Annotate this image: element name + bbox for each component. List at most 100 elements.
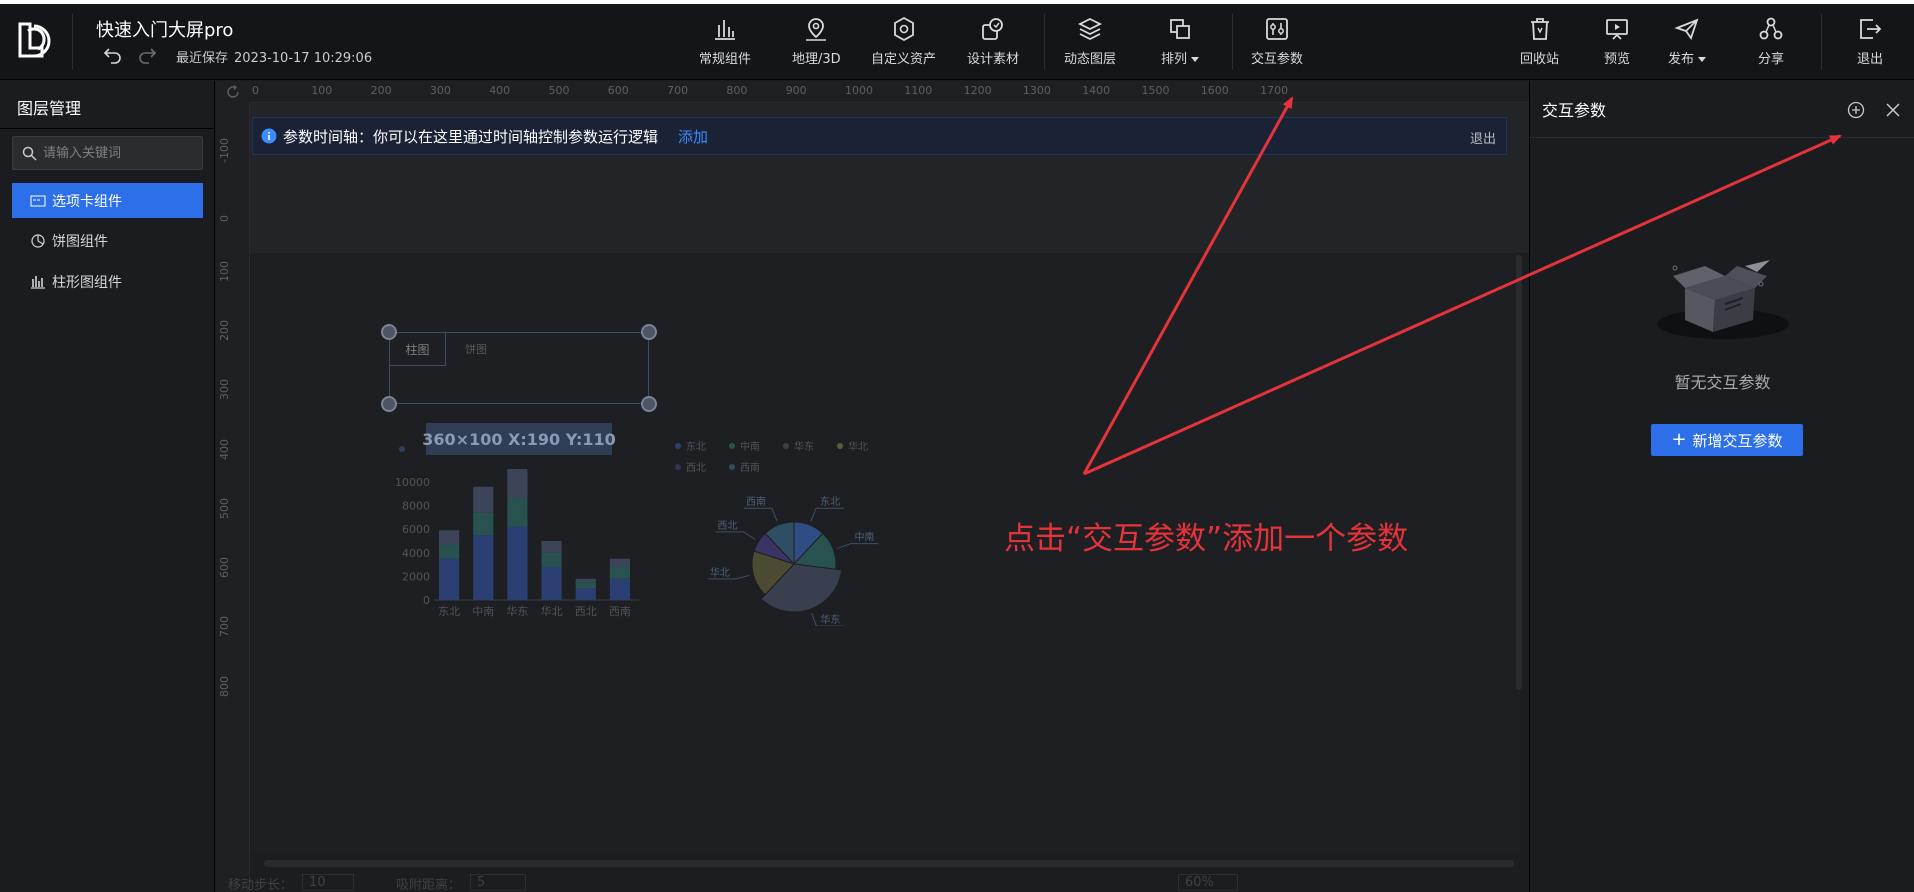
tool-arrange[interactable]: 排列	[1161, 16, 1200, 72]
tool-common-components[interactable]: 常规组件	[699, 16, 751, 72]
ruler-v-label: 100	[218, 260, 231, 282]
legend-label: 西北	[686, 462, 706, 474]
pie-icon	[31, 233, 45, 248]
vertical-scrollbar[interactable]	[1516, 255, 1522, 690]
bar-chart-icon	[715, 20, 735, 40]
tool-label: 设计素材	[967, 52, 1020, 67]
ruler-h-label: 1400	[1082, 84, 1111, 97]
legend-label: 西南	[740, 461, 760, 474]
step-input[interactable]: 10	[302, 874, 354, 891]
ruler-h-label: 1300	[1022, 84, 1051, 97]
snap-input[interactable]: 5	[470, 874, 526, 891]
bar	[439, 530, 460, 545]
ruler-v-label: -100	[218, 138, 231, 163]
share-icon	[1759, 17, 1783, 40]
tab-pie-chart[interactable]: 饼图	[446, 332, 506, 366]
banner-exit-button[interactable]: 退出	[1470, 128, 1496, 147]
header-divider	[1821, 14, 1822, 70]
y-tick-label: 4000	[402, 547, 430, 560]
header-divider	[72, 14, 73, 70]
resize-handle-top-right[interactable]	[641, 324, 657, 340]
tool-geo-3d[interactable]: 地理/3D	[792, 16, 841, 72]
material-icon	[982, 18, 1003, 40]
layer-item-pie[interactable]: 饼图组件	[12, 223, 203, 258]
add-circle-icon[interactable]	[1847, 101, 1865, 119]
app-logo-icon[interactable]	[14, 18, 58, 62]
project-title: 快速入门大屏pro	[96, 20, 234, 41]
tool-exit[interactable]: 退出	[1857, 16, 1883, 72]
ruler-corner[interactable]	[216, 81, 250, 103]
legend-dot	[729, 443, 735, 449]
tool-preview[interactable]: 预览	[1604, 16, 1630, 72]
ruler-v-label: 0	[218, 215, 231, 223]
annotation-text: 点击“交互参数”添加一个参数	[1004, 521, 1409, 557]
layer-item-bar[interactable]: 柱形图组件	[12, 264, 203, 299]
banner-add-link[interactable]: 添加	[678, 126, 708, 147]
tool-share[interactable]: 分享	[1758, 16, 1784, 72]
pie-label: 中南	[854, 531, 874, 544]
tool-label: 自定义资产	[871, 52, 937, 67]
legend-dot	[675, 464, 681, 470]
x-tick-label: 华北	[541, 604, 563, 618]
zoom-select[interactable]: 60%	[1178, 874, 1238, 891]
close-icon[interactable]	[1885, 102, 1901, 118]
bar	[575, 578, 596, 583]
layer-search	[12, 136, 203, 170]
tab-bar-chart[interactable]: 柱图	[389, 332, 446, 366]
pie-chart[interactable]: 东北 中南 华东 华北西北 西南东北中南华东华北西北西南	[668, 436, 898, 626]
pie-label-line	[743, 507, 778, 522]
canvas-bottom-bar: 移动步长： 10 吸附距离： 5 60%	[216, 874, 1529, 892]
tool-interaction-params[interactable]: 交互参数	[1251, 16, 1303, 72]
banner-text: 参数时间轴：你可以在这里通过时间轴控制参数运行逻辑	[283, 127, 659, 146]
send-icon	[1674, 18, 1699, 40]
ruler-h-label: 1700	[1260, 84, 1289, 97]
top-header: 快速入门大屏pro 最近保存 2023-10-17 10:29:06 常规组件 地…	[0, 4, 1914, 80]
ruler-v-label: 800	[218, 675, 231, 697]
resize-handle-bottom-right[interactable]	[641, 396, 657, 412]
layer-label: 饼图组件	[52, 233, 108, 250]
refresh-icon[interactable]	[226, 85, 240, 99]
app-root: 快速入门大屏pro 最近保存 2023-10-17 10:29:06 常规组件 地…	[0, 0, 1914, 892]
bar-icon	[31, 275, 45, 289]
pie-label: 西南	[746, 495, 766, 508]
bar	[609, 566, 630, 579]
bar	[507, 526, 528, 600]
pie-label-line	[810, 507, 845, 522]
save-status: 最近保存 2023-10-17 10:29:06	[176, 47, 372, 66]
tab-widget[interactable]: 柱图 饼图	[389, 332, 649, 366]
horizontal-scrollbar[interactable]	[264, 860, 1514, 867]
redo-icon[interactable]	[137, 44, 157, 64]
right-panel-title: 交互参数	[1542, 101, 1607, 120]
ruler-h-label: 700	[667, 84, 689, 97]
undo-icon[interactable]	[103, 44, 123, 64]
ruler-h-label: 1000	[845, 84, 873, 97]
bar	[473, 535, 494, 600]
legend-label: 中南	[740, 440, 760, 453]
tool-design-materials[interactable]: 设计素材	[967, 16, 1019, 72]
bar	[609, 558, 630, 567]
ruler-v-label: 500	[218, 497, 231, 519]
tool-label: 退出	[1857, 52, 1884, 67]
resize-handle-top-left[interactable]	[381, 324, 397, 340]
ruler-v-label: 600	[218, 557, 231, 579]
ruler-h-label: 400	[489, 84, 511, 97]
tool-recycle-bin[interactable]: 回收站	[1520, 16, 1559, 72]
bar	[609, 578, 630, 600]
step-label: 移动步长：	[228, 878, 294, 892]
legend-dot	[783, 443, 789, 449]
tool-publish[interactable]: 发布	[1668, 16, 1707, 72]
tool-custom-assets[interactable]: 自定义资产	[871, 16, 936, 72]
ruler-h-label: 800	[726, 84, 748, 97]
ruler-h-label: 1200	[963, 84, 992, 97]
plus-icon: +	[1671, 428, 1687, 450]
pie-label: 华北	[710, 566, 730, 579]
bar-chart[interactable]: 10000 8000 6000 4000 2000 0 东北 中南 华东 华北 西北 西南	[392, 440, 652, 625]
header-divider	[1044, 14, 1045, 70]
x-tick-label: 华东	[506, 604, 528, 618]
tool-dynamic-layers[interactable]: 动态图层	[1064, 16, 1116, 72]
resize-handle-bottom-left[interactable]	[381, 396, 397, 412]
tool-arrange-label: 排列	[1161, 52, 1188, 67]
layer-search-input[interactable]	[43, 137, 198, 169]
layer-item-tabs[interactable]: 选项卡组件	[12, 183, 203, 218]
add-param-button[interactable]: + 新增交互参数	[1651, 424, 1803, 456]
